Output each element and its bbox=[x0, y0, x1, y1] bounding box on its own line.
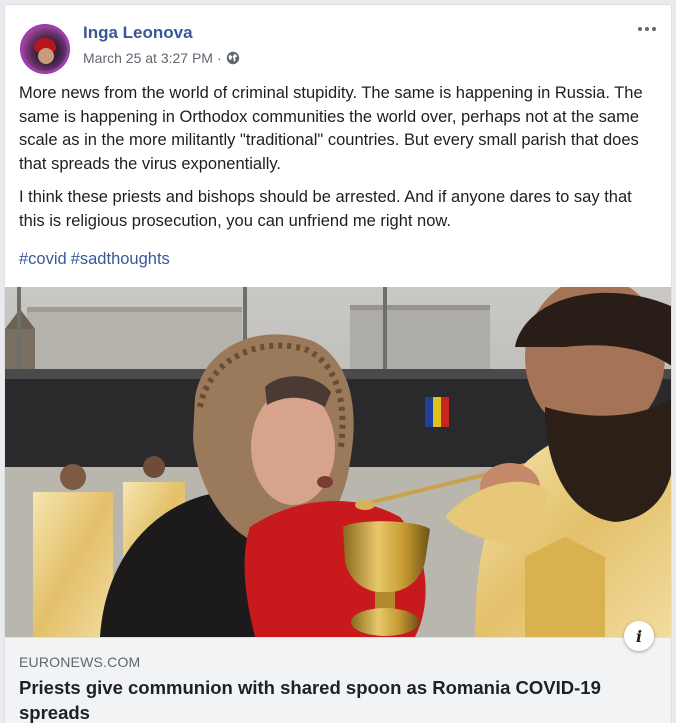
dot-icon bbox=[638, 27, 642, 31]
photo-building bbox=[27, 307, 242, 372]
dot-icon bbox=[645, 27, 649, 31]
avatar-ring bbox=[20, 24, 70, 74]
post-paragraph-1: More news from the world of criminal stu… bbox=[19, 84, 643, 173]
link-preview-image[interactable] bbox=[5, 287, 671, 637]
post-paragraph-2: I think these priests and bishops should… bbox=[19, 188, 632, 230]
post-body: More news from the world of criminal stu… bbox=[19, 82, 659, 243]
info-icon[interactable]: i bbox=[624, 621, 654, 651]
post-meta: March 25 at 3:27 PM · bbox=[83, 50, 240, 66]
dot-icon bbox=[652, 27, 656, 31]
author-name[interactable]: Inga Leonova bbox=[83, 23, 193, 43]
photo-building bbox=[350, 305, 490, 375]
meta-separator: · bbox=[216, 50, 222, 66]
hashtag-list: #covid #sadthoughts bbox=[19, 250, 174, 269]
link-preview-footer[interactable]: EURONEWS.COM Priests give communion with… bbox=[5, 637, 671, 723]
link-headline[interactable]: Priests give communion with shared spoon… bbox=[19, 675, 659, 723]
hashtag-covid[interactable]: #covid bbox=[19, 250, 67, 268]
more-options-button[interactable] bbox=[634, 19, 660, 39]
globe-icon[interactable] bbox=[226, 51, 240, 65]
post-timestamp[interactable]: March 25 at 3:27 PM bbox=[83, 50, 213, 66]
post-card: Inga Leonova March 25 at 3:27 PM · More … bbox=[4, 4, 672, 723]
photo-background-priest bbox=[33, 492, 113, 637]
link-domain: EURONEWS.COM bbox=[19, 654, 141, 670]
author-avatar[interactable] bbox=[20, 24, 70, 74]
hashtag-sadthoughts[interactable]: #sadthoughts bbox=[71, 250, 170, 268]
